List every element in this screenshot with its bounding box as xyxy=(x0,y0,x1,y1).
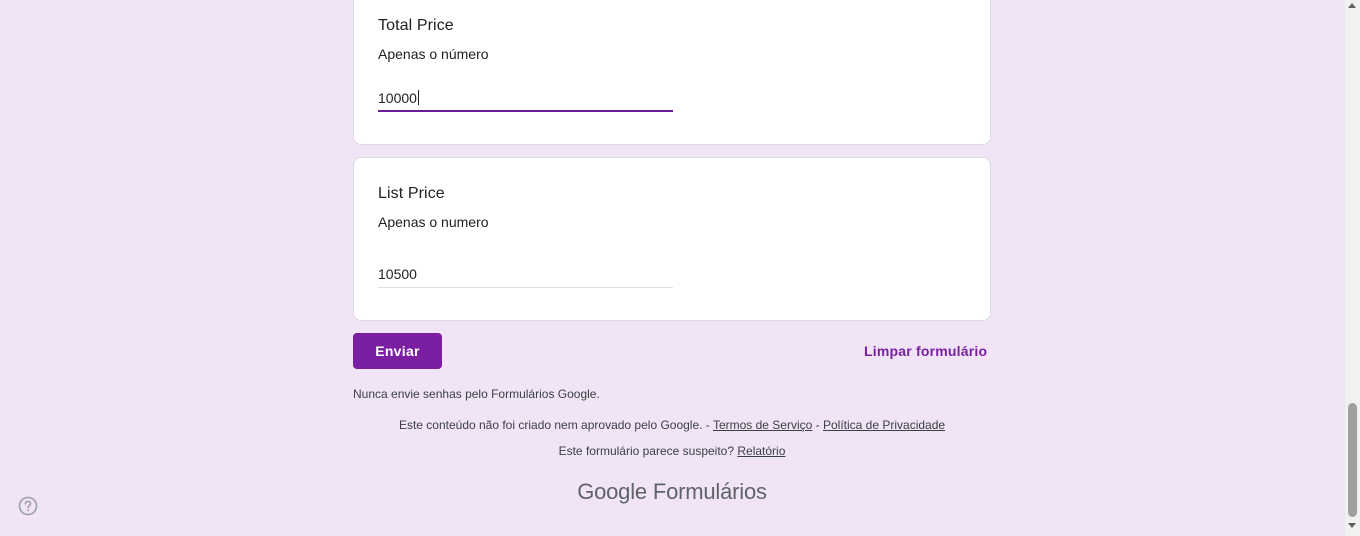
question-description: Apenas o numero xyxy=(378,214,489,230)
report-link[interactable]: Relatório xyxy=(737,444,785,458)
link-separator: - xyxy=(812,418,823,432)
disclaimer-text: Este conteúdo não foi criado nem aprovad… xyxy=(398,418,713,432)
google-forms-logo[interactable]: Google Formulários xyxy=(353,479,991,505)
question-card-list-price: List Price Apenas o numero 10500 xyxy=(353,157,991,321)
scrollbar-thumb[interactable] xyxy=(1348,403,1357,517)
password-warning: Nunca envie senhas pelo Formulários Goog… xyxy=(353,387,600,401)
report-abuse-line: Este formulário parece suspeito? Relatór… xyxy=(353,444,991,458)
privacy-policy-link[interactable]: Política de Privacidade xyxy=(823,418,945,432)
question-description: Apenas o número xyxy=(378,46,489,62)
brand-product: Formulários xyxy=(652,479,767,504)
terms-of-service-link[interactable]: Termos de Serviço xyxy=(713,418,812,432)
suspicious-text: Este formulário parece suspeito? xyxy=(558,444,738,458)
content-disclaimer: Este conteúdo não foi criado nem aprovad… xyxy=(353,418,991,432)
form-page: Total Price Apenas o número 10000 List P… xyxy=(0,0,1360,536)
scroll-up-arrow-icon[interactable] xyxy=(1348,3,1356,8)
clear-form-button[interactable]: Limpar formulário xyxy=(864,343,987,359)
question-title: List Price xyxy=(378,185,445,202)
list-price-input[interactable]: 10500 xyxy=(378,264,673,288)
question-card-total-price: Total Price Apenas o número 10000 xyxy=(353,0,991,145)
help-icon[interactable] xyxy=(18,496,38,516)
text-cursor xyxy=(417,90,419,105)
list-price-value: 10500 xyxy=(378,266,417,282)
brand-google: Google xyxy=(577,479,647,504)
total-price-input[interactable]: 10000 xyxy=(378,88,673,112)
scroll-down-arrow-icon[interactable] xyxy=(1348,523,1356,528)
question-title: Total Price xyxy=(378,17,454,34)
page-scrollbar[interactable] xyxy=(1345,0,1360,536)
total-price-value: 10000 xyxy=(378,90,417,106)
submit-button[interactable]: Enviar xyxy=(353,333,442,369)
